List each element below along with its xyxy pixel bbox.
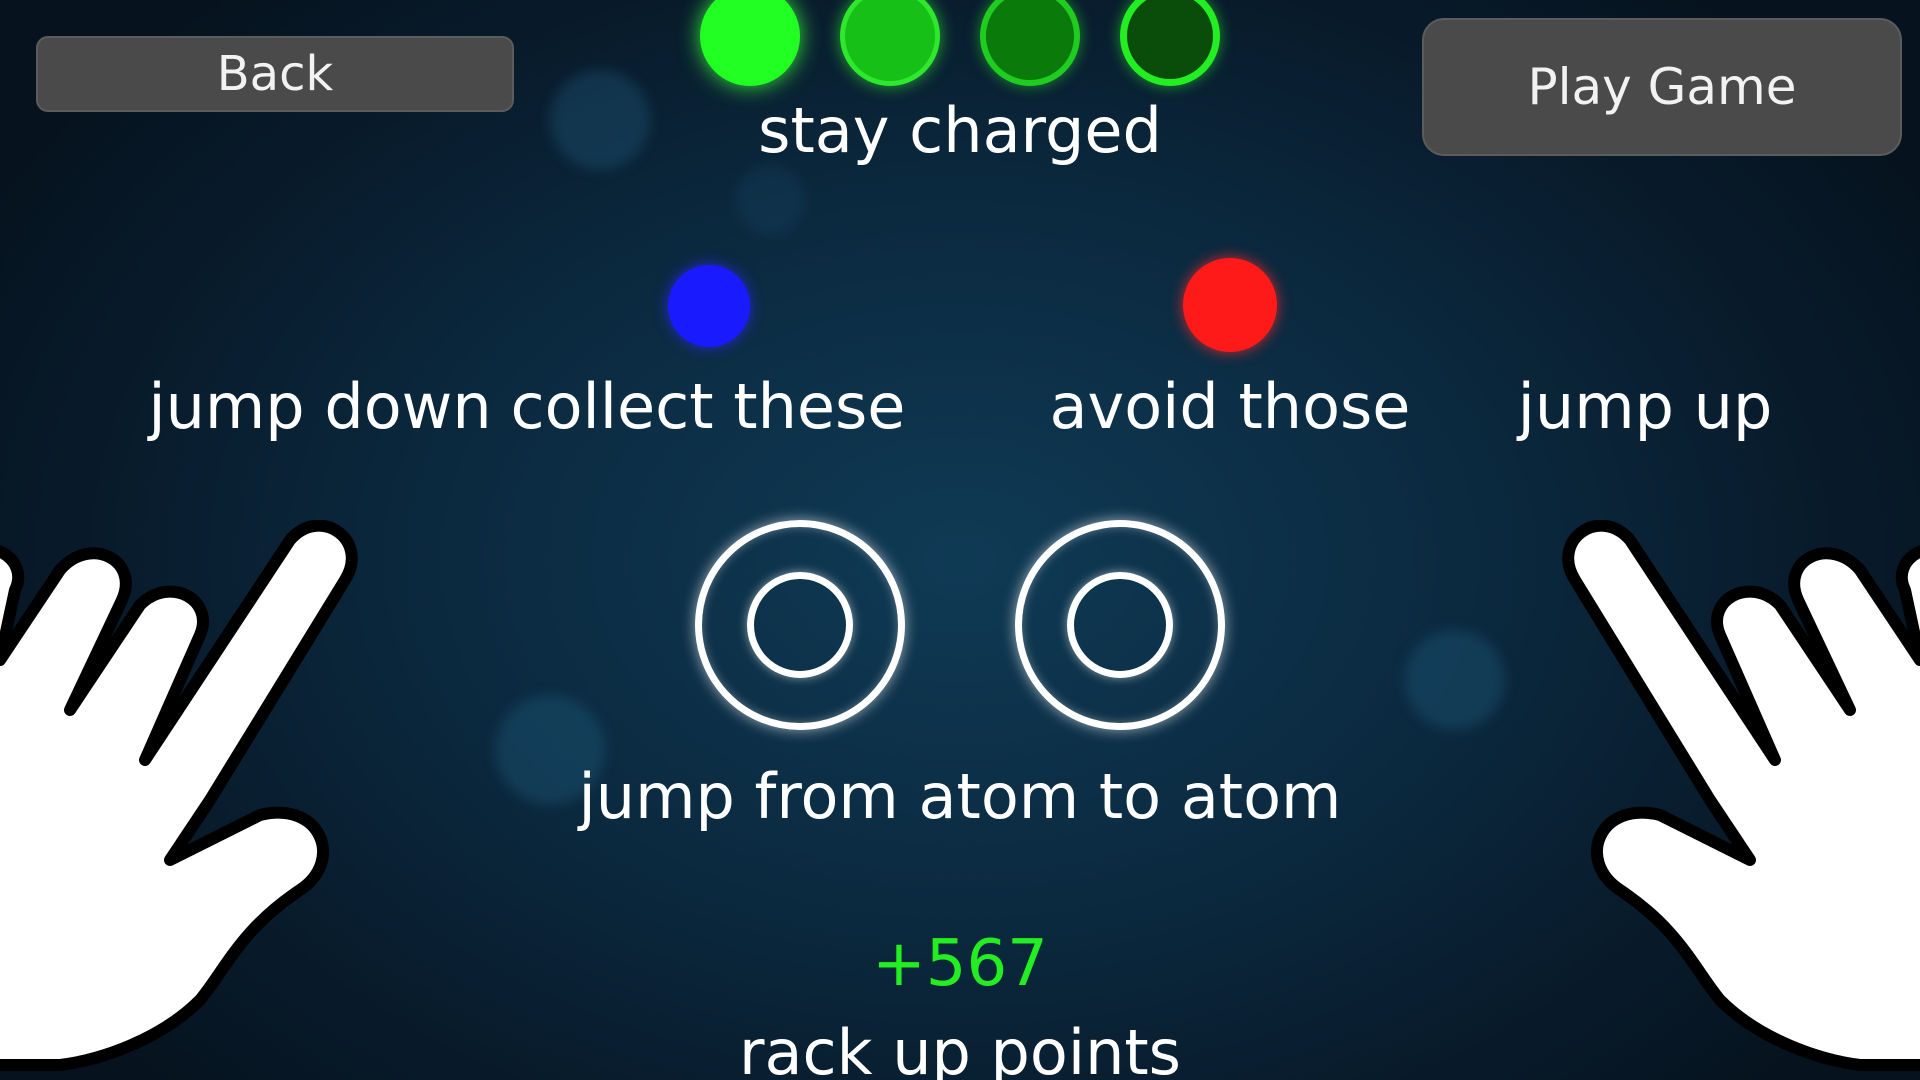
atom-core [1067, 572, 1173, 678]
background-bokeh [735, 165, 805, 235]
back-button-label: Back [216, 46, 334, 102]
charge-indicator-low [980, 0, 1080, 86]
play-game-button-label: Play Game [1527, 58, 1797, 116]
rack-up-points-label: rack up points [739, 1016, 1181, 1080]
atom-core [747, 572, 853, 678]
charge-indicator-full [700, 0, 800, 86]
atom-icon [1015, 520, 1225, 730]
jump-up-label: jump up [1517, 370, 1773, 443]
charge-indicator-empty [1120, 0, 1220, 86]
back-button[interactable]: Back [36, 36, 514, 112]
avoid-those-label: avoid those [1049, 370, 1411, 443]
charge-indicator-medium [840, 0, 940, 86]
stay-charged-label: stay charged [758, 94, 1162, 167]
right-hand-icon [1562, 520, 1920, 1071]
avoid-dot [1183, 258, 1277, 352]
points-value: +567 [872, 927, 1048, 1001]
background-bokeh [1405, 630, 1505, 730]
jump-atoms-label: jump from atom to atom [578, 760, 1342, 833]
jump-down-label: jump down [148, 370, 492, 443]
atom-icon [695, 520, 905, 730]
play-game-button[interactable]: Play Game [1422, 18, 1902, 156]
collect-these-label: collect these [510, 370, 906, 443]
left-hand-icon [0, 520, 358, 1071]
background-bokeh [550, 70, 650, 170]
collect-dot [668, 265, 750, 347]
